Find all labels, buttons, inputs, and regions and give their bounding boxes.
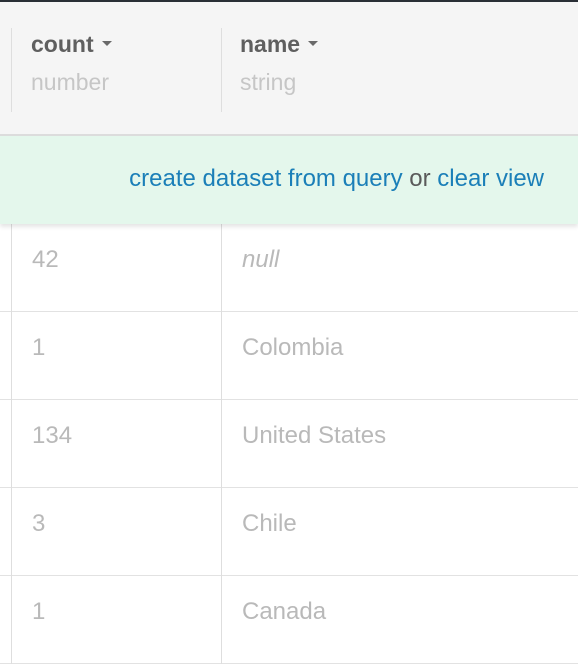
column-name: name	[240, 31, 301, 57]
column-type: string	[240, 69, 297, 95]
banner-or-text: or	[409, 165, 431, 192]
table-header: count number name string	[0, 2, 578, 136]
column-divider	[11, 488, 12, 576]
column-type: number	[31, 69, 109, 95]
caret-down-icon[interactable]	[308, 41, 319, 47]
column-divider	[11, 576, 12, 664]
column-divider	[11, 312, 12, 400]
column-header-name[interactable]: name string	[240, 28, 319, 98]
table-body: 42 null 1 Colombia 134 United States 3 C…	[0, 224, 578, 664]
caret-down-icon[interactable]	[101, 41, 112, 47]
column-header-count[interactable]: count number	[31, 28, 112, 98]
query-banner: create dataset from query or clear view	[0, 136, 578, 224]
banner-text: create dataset from query or clear view	[129, 163, 544, 195]
table-row[interactable]: 1 Canada	[0, 576, 578, 664]
name-cell: Colombia	[242, 334, 344, 361]
column-divider	[221, 28, 222, 112]
count-cell: 3	[32, 510, 46, 537]
column-divider	[221, 400, 222, 488]
column-divider	[221, 224, 222, 312]
table-row[interactable]: 134 United States	[0, 400, 578, 488]
table-row[interactable]: 1 Colombia	[0, 312, 578, 400]
column-name: count	[31, 31, 94, 57]
column-divider	[11, 28, 12, 112]
name-cell: null	[242, 246, 280, 273]
name-cell: United States	[242, 422, 387, 449]
count-cell: 134	[32, 422, 73, 449]
name-cell: Canada	[242, 598, 327, 625]
create-dataset-link[interactable]: create dataset from query	[129, 165, 402, 192]
column-divider	[221, 312, 222, 400]
column-divider	[221, 488, 222, 576]
name-cell: Chile	[242, 510, 297, 537]
table-row[interactable]: 3 Chile	[0, 488, 578, 576]
table-row[interactable]: 42 null	[0, 224, 578, 312]
count-cell: 1	[32, 334, 46, 361]
count-cell: 42	[32, 246, 59, 273]
clear-view-link[interactable]: clear view	[437, 165, 544, 192]
count-cell: 1	[32, 598, 46, 625]
column-divider	[11, 400, 12, 488]
column-divider	[221, 576, 222, 664]
column-divider	[11, 224, 12, 312]
